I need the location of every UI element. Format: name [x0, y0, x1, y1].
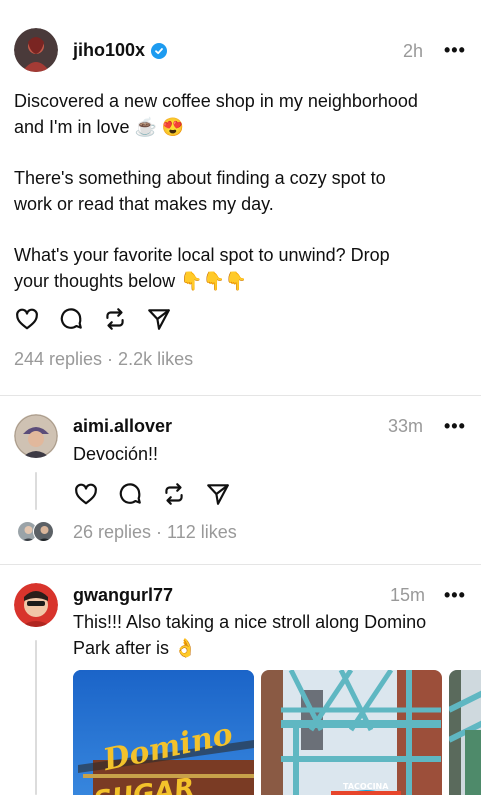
avatar-image [14, 28, 58, 72]
more-options-button[interactable]: ••• [444, 40, 466, 61]
post-time: 2h [403, 41, 424, 61]
post-image-partial[interactable] [449, 670, 481, 795]
post-image-park[interactable]: TACOCINA [261, 670, 442, 795]
post-time: 33m [388, 416, 424, 436]
post-time: 15m [390, 585, 426, 605]
avatar-image [14, 414, 58, 458]
post-text-line: This!!! Also taking a nice stroll along … [73, 612, 427, 632]
verified-badge-icon [151, 42, 168, 59]
reply-icon[interactable] [57, 305, 85, 333]
repost-icon[interactable] [160, 480, 188, 508]
replier-avatar [33, 521, 54, 542]
more-options-button[interactable]: ••• [444, 585, 466, 606]
stall-text: TACOCINA [343, 782, 389, 791]
post-text-line: Park after is 👌 [73, 638, 197, 658]
reply-icon[interactable] [116, 480, 144, 508]
post-image-domino-sign[interactable]: Domino SUGAR [73, 670, 254, 795]
avatar-aimi-allover[interactable] [14, 414, 58, 458]
username[interactable]: jiho100x [73, 40, 145, 61]
thread-line [35, 472, 37, 510]
share-icon[interactable] [204, 480, 232, 508]
post-text: Devoción!! [73, 444, 159, 464]
divider [0, 395, 481, 396]
post-text-line: your thoughts below 👇👇👇 [14, 271, 248, 291]
username[interactable]: gwangurl77 [73, 585, 173, 606]
divider [0, 564, 481, 565]
avatar-jiho100x[interactable] [14, 28, 58, 72]
post-image: TACOCINA [261, 670, 442, 795]
avatar-image [14, 583, 58, 627]
post-stats[interactable]: 26 replies · 112 likes [73, 522, 237, 543]
post-text-line: work or read that makes my day. [14, 194, 274, 214]
like-icon[interactable] [13, 305, 41, 333]
thread-line [35, 640, 37, 795]
repost-icon[interactable] [101, 305, 129, 333]
share-icon[interactable] [145, 305, 173, 333]
post-text-line: and I'm in love ☕ 😍 [14, 117, 185, 137]
post-image [449, 670, 481, 795]
avatar-gwangurl77[interactable] [14, 583, 58, 627]
post-text-line: Discovered a new coffee shop in my neigh… [14, 91, 418, 111]
more-options-button[interactable]: ••• [444, 416, 466, 437]
username[interactable]: aimi.allover [73, 416, 172, 437]
post-text-line: What's your favorite local spot to unwin… [14, 245, 390, 265]
post-stats[interactable]: 244 replies · 2.2k likes [14, 349, 193, 370]
post-text-line: There's something about finding a cozy s… [14, 168, 386, 188]
post-image: Domino SUGAR [73, 670, 254, 795]
like-icon[interactable] [72, 480, 100, 508]
